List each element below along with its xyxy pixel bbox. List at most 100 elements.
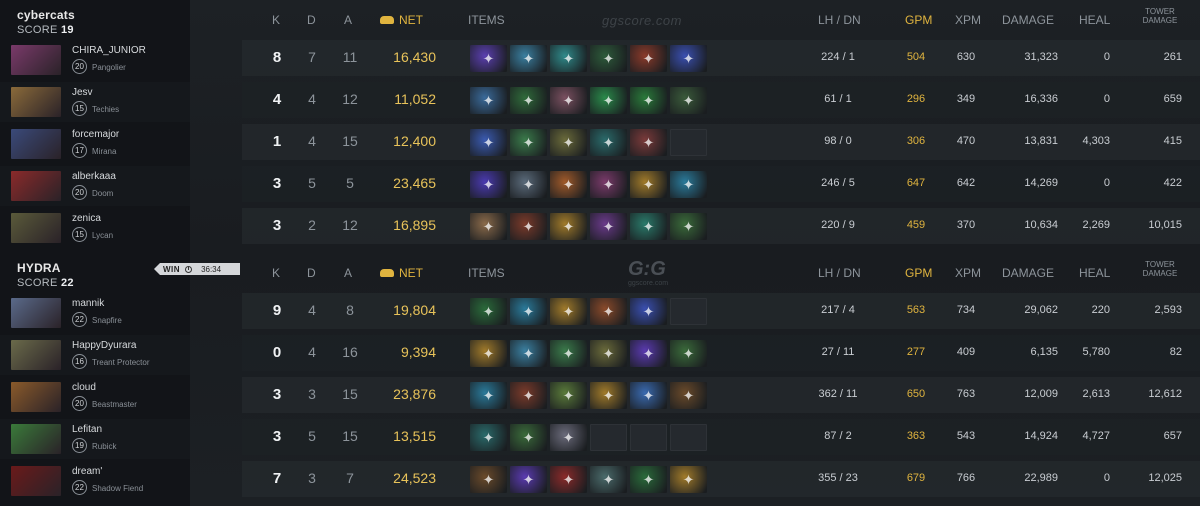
hero-portrait[interactable] (11, 424, 61, 454)
item-slot[interactable]: ✦ (670, 213, 707, 240)
item-slot[interactable]: ✦ (630, 171, 667, 198)
player-name[interactable]: forcemajor (72, 129, 119, 140)
item-slot[interactable]: ✦ (550, 298, 587, 325)
header-lh-dn[interactable]: LH / DN (818, 266, 861, 280)
player-card[interactable]: cloud 20 Beastmaster (0, 377, 190, 417)
hero-portrait[interactable] (11, 298, 61, 328)
item-slot[interactable]: ✦ (670, 87, 707, 114)
item-slot[interactable]: ✦ (510, 87, 547, 114)
header-net-worth[interactable]: NET (380, 13, 423, 27)
hero-portrait[interactable] (11, 171, 61, 201)
item-slot[interactable]: ✦ (590, 340, 627, 367)
item-slot[interactable]: ✦ (470, 129, 507, 156)
item-slot[interactable]: ✦ (470, 213, 507, 240)
header-xpm[interactable]: XPM (955, 13, 981, 27)
item-slot[interactable]: ✦ (630, 45, 667, 72)
item-slot[interactable]: ✦ (630, 382, 667, 409)
team-name[interactable]: cybercats (17, 8, 190, 22)
player-card[interactable]: Jesv 15 Techies (0, 82, 190, 122)
item-slot[interactable]: ✦ (510, 129, 547, 156)
header-assists[interactable]: A (344, 266, 352, 280)
header-tower-damage[interactable]: TOWER DAMAGE (1138, 7, 1182, 25)
item-slot[interactable]: ✦ (470, 424, 507, 451)
player-name[interactable]: HappyDyurara (72, 340, 136, 351)
header-gpm[interactable]: GPM (905, 13, 932, 27)
header-tower-damage[interactable]: TOWER DAMAGE (1138, 260, 1182, 278)
item-slot[interactable]: ✦ (510, 171, 547, 198)
item-slot[interactable]: ✦ (550, 45, 587, 72)
item-slot[interactable]: ✦ (510, 466, 547, 493)
item-slot[interactable]: ✦ (470, 466, 507, 493)
item-slot[interactable]: ✦ (590, 298, 627, 325)
hero-portrait[interactable] (11, 466, 61, 496)
item-slot[interactable]: ✦ (470, 340, 507, 367)
header-damage[interactable]: DAMAGE (1002, 266, 1054, 280)
item-slot[interactable]: ✦ (590, 87, 627, 114)
player-name[interactable]: zenica (72, 213, 101, 224)
item-slot[interactable]: ✦ (550, 213, 587, 240)
item-slot[interactable]: ✦ (630, 213, 667, 240)
item-slot[interactable]: ✦ (670, 466, 707, 493)
item-slot[interactable]: ✦ (470, 171, 507, 198)
header-gpm[interactable]: GPM (905, 266, 932, 280)
item-slot[interactable]: ✦ (630, 129, 667, 156)
item-slot[interactable]: ✦ (550, 466, 587, 493)
header-kills[interactable]: K (272, 13, 280, 27)
player-name[interactable]: Jesv (72, 87, 93, 98)
item-slot[interactable]: ✦ (670, 171, 707, 198)
item-slot[interactable]: ✦ (470, 298, 507, 325)
item-slot[interactable]: ✦ (670, 45, 707, 72)
hero-portrait[interactable] (11, 45, 61, 75)
header-deaths[interactable]: D (307, 266, 316, 280)
header-deaths[interactable]: D (307, 13, 316, 27)
item-slot[interactable]: ✦ (590, 382, 627, 409)
item-slot[interactable]: ✦ (630, 340, 667, 367)
header-kills[interactable]: K (272, 266, 280, 280)
item-slot[interactable]: ✦ (670, 340, 707, 367)
item-slot[interactable]: ✦ (550, 340, 587, 367)
item-slot[interactable]: ✦ (510, 424, 547, 451)
header-heal[interactable]: HEAL (1079, 13, 1110, 27)
hero-portrait[interactable] (11, 87, 61, 117)
player-name[interactable]: alberkaaa (72, 171, 116, 182)
player-card[interactable]: alberkaaa 20 Doom (0, 166, 190, 206)
item-slot[interactable]: ✦ (670, 382, 707, 409)
item-slot[interactable]: ✦ (510, 382, 547, 409)
item-slot[interactable]: ✦ (510, 298, 547, 325)
item-slot[interactable]: ✦ (590, 466, 627, 493)
player-card[interactable]: HappyDyurara 16 Treant Protector (0, 335, 190, 375)
player-card[interactable]: forcemajor 17 Mirana (0, 124, 190, 164)
item-slot[interactable]: ✦ (550, 424, 587, 451)
item-slot[interactable]: ✦ (550, 129, 587, 156)
item-slot[interactable]: ✦ (550, 87, 587, 114)
item-slot[interactable]: ✦ (630, 87, 667, 114)
item-slot[interactable]: ✦ (510, 45, 547, 72)
player-name[interactable]: cloud (72, 382, 96, 393)
item-slot[interactable]: ✦ (590, 45, 627, 72)
header-assists[interactable]: A (344, 13, 352, 27)
item-slot[interactable]: ✦ (630, 298, 667, 325)
item-slot[interactable]: ✦ (510, 213, 547, 240)
item-slot[interactable]: ✦ (470, 87, 507, 114)
header-lh-dn[interactable]: LH / DN (818, 13, 861, 27)
player-card[interactable]: mannik 22 Snapfire (0, 293, 190, 333)
player-name[interactable]: dream' (72, 466, 102, 477)
item-slot[interactable]: ✦ (590, 213, 627, 240)
header-heal[interactable]: HEAL (1079, 266, 1110, 280)
hero-portrait[interactable] (11, 213, 61, 243)
player-card[interactable]: dream' 22 Shadow Fiend (0, 461, 190, 501)
item-slot[interactable]: ✦ (470, 382, 507, 409)
hero-portrait[interactable] (11, 129, 61, 159)
item-slot[interactable]: ✦ (630, 466, 667, 493)
item-slot[interactable]: ✦ (550, 382, 587, 409)
item-slot[interactable]: ✦ (510, 340, 547, 367)
player-name[interactable]: CHIRA_JUNIOR (72, 45, 146, 56)
hero-portrait[interactable] (11, 340, 61, 370)
header-net-worth[interactable]: NET (380, 266, 423, 280)
player-card[interactable]: Lefitan 19 Rubick (0, 419, 190, 459)
player-name[interactable]: Lefitan (72, 424, 102, 435)
player-card[interactable]: zenica 15 Lycan (0, 208, 190, 248)
hero-portrait[interactable] (11, 382, 61, 412)
header-xpm[interactable]: XPM (955, 266, 981, 280)
item-slot[interactable]: ✦ (550, 171, 587, 198)
